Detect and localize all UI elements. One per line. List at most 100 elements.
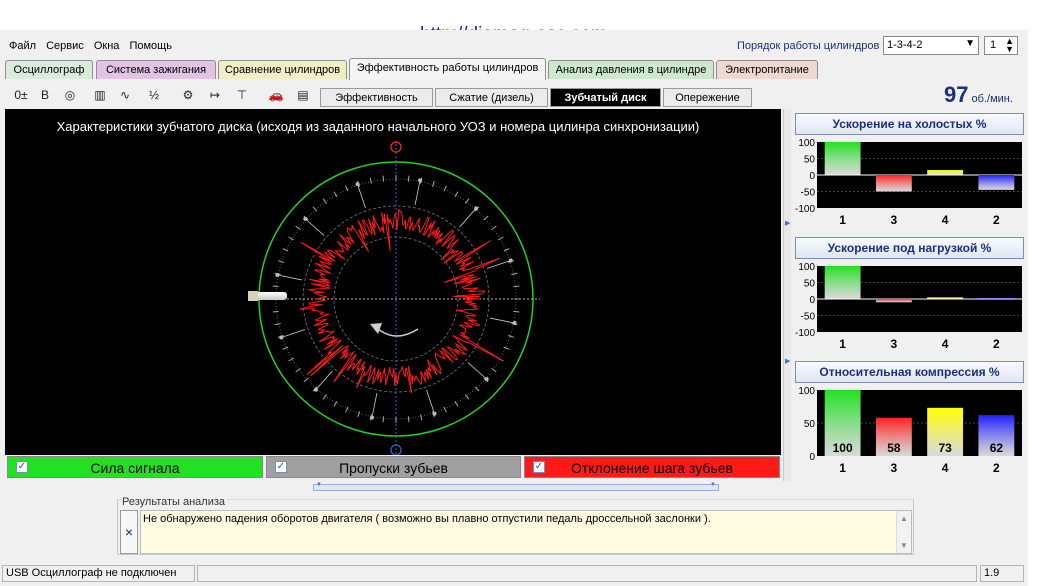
filter-icon[interactable]: ⊤ [231, 84, 253, 106]
category-label: 2 [993, 337, 1000, 351]
sync-cylinder-spinner[interactable]: 1 ▲ ▼ [984, 36, 1018, 55]
measure-icon[interactable]: ▤ [292, 84, 314, 106]
tooth-disk-plot[interactable]: Характеристики зубчатого диска (исходя и… [5, 109, 781, 455]
tooth-tick [508, 334, 515, 338]
spinner-arrows-icon: ▲ ▼ [1005, 36, 1014, 54]
tab-2[interactable]: Сравнение цилиндров [218, 60, 347, 79]
load-accel-title: Ускорение под нагрузкой % [795, 237, 1024, 259]
signal-icon[interactable]: ∿ [114, 84, 136, 106]
signal-strength-toggle[interactable]: ✓ Сила сигнала [7, 456, 263, 478]
algorithm-icon[interactable]: ½ [143, 84, 165, 106]
y-tick-label: 0 [809, 295, 815, 306]
missing-teeth-toggle[interactable]: ✓ Пропуски зубьев [266, 456, 521, 478]
firing-order-select[interactable]: 1-3-4-2 ▼ [883, 36, 979, 55]
bar-cyl-4 [927, 170, 964, 175]
segment-marker [490, 317, 515, 324]
tab-5[interactable]: Электропитание [716, 60, 818, 79]
horizontal-splitter[interactable]: ▼ ▼ [313, 482, 719, 491]
top-sync-marker [390, 141, 402, 153]
checkbox-icon[interactable]: ✓ [16, 461, 28, 473]
segment-dot [432, 411, 437, 416]
y-tick-label: 50 [804, 279, 816, 290]
idle-accel-title: Ускорение на холостых % [795, 113, 1024, 135]
scroll-down-icon[interactable]: ▼ [900, 541, 908, 550]
vertical-splitter[interactable]: ▶ ▶ [783, 109, 791, 481]
bar-value-label: 100 [833, 441, 853, 455]
subtab-2[interactable]: Зубчатый диск [550, 88, 661, 107]
bar-value-label: 73 [938, 441, 952, 455]
load-accel-chart: 100 50 0 -50 -100 1 3 4 2 [795, 262, 1022, 351]
subtab-3[interactable]: Опережение [663, 88, 752, 107]
bar-cyl-2 [978, 175, 1015, 190]
tooth-tick [454, 191, 459, 198]
firing-order-label: Порядок работы цилиндров [737, 40, 880, 52]
signal-strength-label: Сила сигнала [90, 460, 180, 476]
scroll-up-icon[interactable]: ▲ [900, 514, 908, 523]
segment-marker [426, 389, 435, 414]
segment-dot [303, 216, 308, 221]
bar-cyl-1 [824, 142, 861, 175]
bold-icon[interactable]: B [34, 84, 56, 106]
menu-file[interactable]: Файл [9, 40, 36, 52]
car-icon[interactable]: 🚗 [265, 84, 287, 106]
segment-dot [474, 206, 479, 211]
tooth-tick [511, 272, 518, 275]
rpm-readout: 97 об./мин. [944, 82, 1013, 108]
rpm-value: 97 [944, 82, 969, 107]
results-scrollbar[interactable]: ▲ ▼ [896, 511, 911, 553]
menu-bar: Файл Сервис Окна Помощь [9, 40, 179, 52]
tooth-tick [274, 323, 281, 326]
compression-title: Относительная компрессия % [795, 361, 1024, 383]
bar-cyl-1 [824, 266, 861, 299]
tab-3[interactable]: Эффективность работы цилиндров [349, 58, 546, 80]
tab-4[interactable]: Анализ давления в цилиндре [548, 60, 714, 79]
subtab-1[interactable]: Сжатие (дизель) [435, 88, 548, 107]
results-textarea[interactable]: Не обнаружено падения оборотов двигателя… [140, 510, 912, 554]
y-tick-label: 50 [804, 155, 816, 166]
bar-cyl-4 [927, 297, 964, 299]
y-tick-label: -100 [795, 204, 815, 215]
chevron-down-icon: ▼ [965, 38, 975, 49]
splitter-down-icon: ▼ [316, 482, 322, 488]
segment-dot [418, 178, 423, 183]
tooth-tick [272, 285, 279, 288]
tooth-disk-polar-chart [255, 141, 540, 455]
checkbox-icon[interactable]: ✓ [275, 461, 287, 473]
results-close-button[interactable]: × [120, 510, 138, 554]
cylinder-map-icon[interactable]: ⚙ [177, 84, 199, 106]
menu-windows[interactable]: Окна [94, 40, 120, 52]
checkbox-icon[interactable]: ✓ [533, 461, 545, 473]
idle-accel-chart: 100 50 0 -50 -100 1 -50 3 4 2 [795, 138, 1022, 227]
category-label: 3 [891, 337, 898, 351]
table-icon[interactable]: ▥ [89, 84, 111, 106]
tooth-tick [513, 285, 520, 288]
tooth-tick [443, 406, 447, 413]
tooth-tick [491, 367, 497, 373]
zero-shift-icon[interactable]: 0± [10, 84, 32, 106]
numbering-icon[interactable]: ↦ [204, 84, 226, 106]
bar-value-label: 62 [990, 441, 1004, 455]
category-label: 3 [891, 461, 898, 475]
tab-1[interactable]: Система зажигания [96, 60, 216, 79]
subtab-0[interactable]: Эффективность [320, 88, 433, 107]
segment-marker [315, 370, 333, 390]
segment-marker [371, 393, 378, 418]
splitter-arrow-icon: ▶ [785, 220, 791, 227]
load-accel-panel: 100 50 0 -50 -100 1 3 4 2 [795, 260, 1024, 356]
category-label: 4 [942, 213, 949, 227]
tab-0[interactable]: Осциллограф [5, 60, 93, 79]
y-tick-label: 100 [798, 386, 815, 397]
sync-marker-knob [248, 291, 258, 301]
tooth-pitch-deviation-toggle[interactable]: ✓ Отклонение шага зубьев [524, 456, 780, 478]
tooth-tick [382, 416, 385, 423]
idle-accel-panel: 100 50 0 -50 -100 1 -50 3 4 2 [795, 136, 1024, 232]
segment-marker [277, 274, 302, 281]
tooth-tick [322, 198, 328, 204]
firing-order-value: 1-3-4-2 [887, 39, 923, 51]
segment-dot [508, 258, 513, 263]
menu-service[interactable]: Сервис [46, 40, 84, 52]
segment-dot [279, 335, 284, 340]
segment-marker [305, 218, 325, 236]
rpm-icon[interactable]: ◎ [59, 84, 81, 106]
menu-help[interactable]: Помощь [129, 40, 172, 52]
